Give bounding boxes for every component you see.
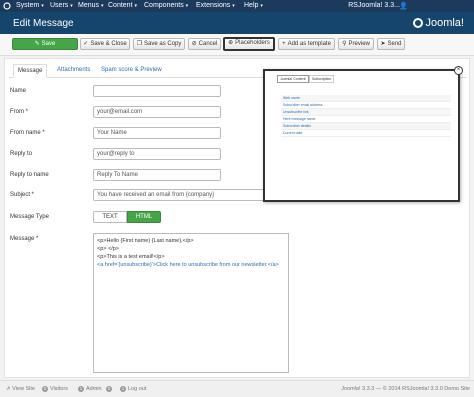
editor-line: <p>This is a test email!</p>	[97, 254, 165, 260]
logout-link[interactable]: 1 Log out	[120, 386, 146, 392]
tab-attachments[interactable]: Attachments	[57, 67, 90, 73]
caret-down-icon: ▾	[185, 3, 189, 9]
caret-down-icon: ▾	[100, 3, 104, 9]
joomla-logo-icon	[413, 18, 424, 28]
from-name-input[interactable]: Your Name	[93, 127, 221, 139]
visitors-status: 0 Visitors	[42, 386, 68, 392]
copyright-text: Joomla! 3.3.3 — © 2014 RSJoomla! 3.3.0 D…	[341, 386, 470, 392]
reply-to-name-input[interactable]: Reply To Name	[93, 169, 221, 181]
placeholders-button[interactable]: ⊕ Placeholders	[223, 37, 275, 51]
placeholder-list: Web name Subscriber email address Unsubs…	[281, 95, 451, 137]
save-close-button[interactable]: ✓ Save & Close	[80, 38, 130, 50]
status-bar: ⇗ View Site 0 Visitors 1 Admin 0 1 Log out …	[0, 380, 474, 397]
from-label: From *	[10, 109, 28, 115]
subject-input[interactable]: You have received an email from {company…	[93, 189, 269, 201]
placeholder-item[interactable]: Subscriber details	[281, 123, 451, 130]
toolbar: ✎ Save ✓ Save & Close ❐ Save as Copy ⊘ Cance…	[0, 34, 474, 56]
message-type-html-option[interactable]: HTML	[127, 211, 161, 223]
send-icon: ➤	[380, 41, 386, 47]
name-label: Name	[10, 88, 27, 94]
placeholder-item[interactable]: Current date	[281, 130, 451, 137]
joomla-icon[interactable]	[3, 2, 11, 10]
joomla-logo: Joomla!	[413, 17, 464, 29]
caret-down-icon: ▾	[70, 3, 73, 9]
preview-button[interactable]: ⚲ Preview	[338, 38, 374, 50]
add-template-button[interactable]: + Add as template	[278, 38, 335, 50]
popup-tab-joomla-content[interactable]: Joomla! Content	[277, 75, 309, 83]
placeholder-item[interactable]: Subscriber email address	[281, 102, 451, 109]
admin-status: 1 Admin	[78, 386, 102, 392]
plus-circle-icon: ⊕	[228, 40, 234, 46]
admin-menubar: System ▾ Users ▾ Menus ▾ Content ▾ Compo…	[0, 0, 474, 12]
visitors-badge: 0	[42, 386, 48, 392]
placeholder-item[interactable]: Here message name	[281, 116, 451, 123]
logout-badge: 1	[120, 386, 126, 392]
placeholder-item[interactable]: Unsubscribe link	[281, 109, 451, 116]
user-icon[interactable]: 👤	[399, 2, 408, 10]
caret-down-icon: ▾	[260, 3, 263, 9]
menu-system[interactable]: System ▾	[16, 2, 44, 9]
title-bar: Edit Message Joomla!	[0, 12, 474, 34]
admin-badge: 1	[78, 386, 84, 392]
subject-label: Subject *	[10, 192, 35, 198]
cancel-icon: ⊘	[191, 41, 197, 47]
close-icon[interactable]: ×	[454, 66, 463, 75]
editor-line: <p> </p>	[97, 246, 120, 252]
menu-users[interactable]: Users ▾	[50, 2, 73, 9]
placeholders-popup: × Joomla! Content Subscription Web name …	[263, 66, 463, 202]
caret-down-icon: ▾	[134, 3, 137, 9]
pencil-icon: ✎	[34, 41, 40, 47]
messages-status[interactable]: 0	[106, 386, 114, 392]
page-title: Edit Message	[13, 18, 74, 29]
placeholder-item[interactable]: Web name	[281, 95, 451, 102]
tab-spam-score-preview[interactable]: Spam score & Preview	[101, 67, 162, 73]
search-icon: ⚲	[342, 41, 347, 47]
reply-to-label: Reply to	[10, 151, 33, 157]
reply-to-input[interactable]: your@reply to	[93, 148, 221, 160]
plus-icon: +	[282, 41, 286, 47]
save-button[interactable]: ✎ Save	[12, 38, 78, 50]
cancel-button[interactable]: ⊘ Cancel	[188, 38, 221, 50]
save-copy-button[interactable]: ❐ Save as Copy	[133, 38, 185, 50]
menu-content[interactable]: Content ▾	[108, 2, 137, 9]
message-type-text-option[interactable]: TEXT	[93, 211, 127, 223]
menu-extensions[interactable]: Extensions ▾	[196, 2, 235, 9]
tab-message[interactable]: Message	[13, 64, 48, 78]
menu-menus[interactable]: Menus ▾	[78, 2, 103, 9]
messages-badge: 0	[106, 386, 112, 392]
menu-help[interactable]: Help ▾	[244, 2, 263, 9]
from-name-label: From name *	[10, 130, 45, 136]
site-title-link[interactable]: RSJoomla! 3.3...	[348, 2, 400, 9]
editor-line: <a href='{unsubscribe}'>Click here to un…	[97, 262, 279, 268]
popup-tab-subscription[interactable]: Subscription	[309, 75, 335, 83]
send-button[interactable]: ➤ Send	[377, 38, 405, 50]
reply-to-name-label: Reply to name	[10, 172, 49, 178]
menu-components[interactable]: Components ▾	[144, 2, 188, 9]
copy-icon: ❐	[136, 41, 143, 47]
message-label: Message *	[10, 236, 39, 242]
caret-down-icon: ▾	[232, 3, 235, 9]
from-email-input[interactable]: your@email.com	[93, 106, 221, 118]
caret-down-icon: ▾	[41, 3, 44, 9]
editor-line: <p>Hello {First name} {Last name},</p>	[97, 238, 194, 244]
message-type-label: Message Type	[10, 214, 49, 220]
name-input[interactable]	[93, 85, 221, 97]
check-icon: ✓	[83, 41, 89, 47]
message-editor[interactable]: <p>Hello {First name} {Last name},</p> <…	[93, 233, 289, 373]
view-site-link[interactable]: ⇗ View Site	[6, 386, 35, 392]
